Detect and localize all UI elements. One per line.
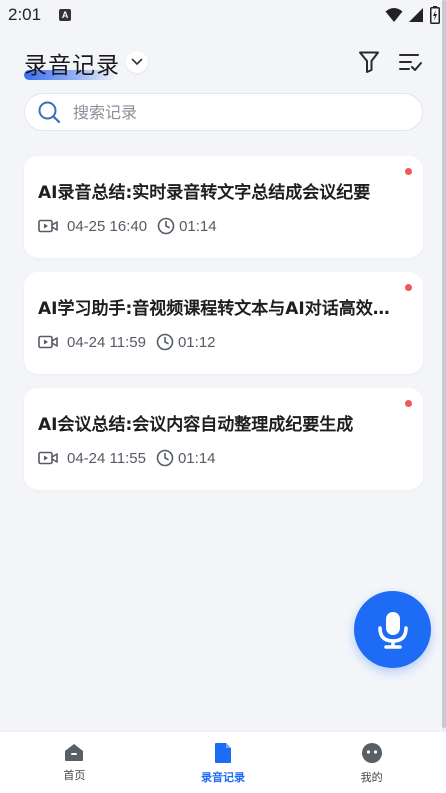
recording-date: 04-24 11:55 bbox=[67, 449, 146, 467]
video-icon bbox=[38, 451, 58, 465]
unread-dot bbox=[405, 400, 412, 407]
sort-button[interactable] bbox=[397, 49, 423, 75]
wifi-icon bbox=[385, 8, 403, 22]
search-icon bbox=[38, 101, 61, 124]
status-time: 2:01 bbox=[8, 5, 42, 24]
recording-duration: 01:14 bbox=[177, 449, 216, 467]
signal-icon bbox=[409, 8, 423, 22]
title-dropdown-button[interactable] bbox=[126, 51, 148, 73]
list-sort-icon bbox=[399, 54, 422, 71]
video-icon bbox=[38, 335, 58, 349]
filter-icon bbox=[359, 51, 379, 73]
status-bar: 2:01 A bbox=[0, 0, 446, 30]
recording-duration: 01:14 bbox=[179, 217, 217, 235]
document-icon bbox=[215, 743, 231, 763]
search-input[interactable] bbox=[73, 102, 373, 122]
recording-card[interactable]: AI会议总结:会议内容自动整理成纪要生成 04-24 11:55 01:14 bbox=[24, 388, 423, 490]
scrollbar-thumb[interactable] bbox=[442, 0, 446, 728]
record-button[interactable] bbox=[354, 591, 431, 668]
unread-dot bbox=[405, 284, 412, 291]
title-dropdown[interactable]: 录音记录 bbox=[24, 46, 120, 80]
notification-icon: A bbox=[59, 9, 72, 21]
profile-icon bbox=[361, 743, 382, 763]
filter-button[interactable] bbox=[356, 49, 382, 75]
chevron-down-icon bbox=[131, 58, 143, 65]
bottom-nav: 首页 录音记录 我的 bbox=[0, 731, 446, 793]
nav-label: 我的 bbox=[360, 771, 383, 784]
battery-icon bbox=[430, 6, 440, 24]
page-header: 录音记录 bbox=[0, 40, 446, 86]
home-icon bbox=[65, 744, 84, 761]
recording-meta: 04-24 11:55 01:14 bbox=[38, 448, 216, 468]
nav-item-profile[interactable]: 我的 bbox=[297, 732, 446, 793]
recording-title: AI会议总结:会议内容自动整理成纪要生成 bbox=[38, 415, 354, 435]
recording-date: 04-24 11:59 bbox=[67, 333, 146, 351]
recording-title: AI录音总结:实时录音转文字总结成会议纪要 bbox=[38, 183, 371, 203]
nav-label: 首页 bbox=[63, 769, 86, 782]
unread-dot bbox=[405, 168, 412, 175]
clock-icon bbox=[157, 217, 175, 235]
page-title: 录音记录 bbox=[24, 53, 120, 79]
recording-duration: 01:12 bbox=[177, 333, 216, 351]
search-bar[interactable] bbox=[24, 93, 423, 131]
video-icon bbox=[38, 219, 58, 233]
clock-icon bbox=[156, 333, 174, 351]
clock-icon bbox=[156, 449, 174, 467]
recording-meta: 04-24 11:59 01:12 bbox=[38, 332, 216, 352]
recording-card[interactable]: AI学习助手:音视频课程转文本与AI对话高效学习 04-24 11:59 01:… bbox=[24, 272, 423, 374]
microphone-icon bbox=[377, 611, 408, 649]
recording-card[interactable]: AI录音总结:实时录音转文字总结成会议纪要 04-25 16:40 01:14 bbox=[24, 156, 423, 258]
recording-date: 04-25 16:40 bbox=[67, 217, 148, 235]
recording-title: AI学习助手:音视频课程转文本与AI对话高效学习 bbox=[38, 299, 406, 319]
nav-label: 录音记录 bbox=[201, 771, 245, 784]
recording-meta: 04-25 16:40 01:14 bbox=[38, 216, 217, 236]
nav-item-home[interactable]: 首页 bbox=[0, 732, 149, 793]
nav-item-recordings[interactable]: 录音记录 bbox=[149, 732, 298, 793]
